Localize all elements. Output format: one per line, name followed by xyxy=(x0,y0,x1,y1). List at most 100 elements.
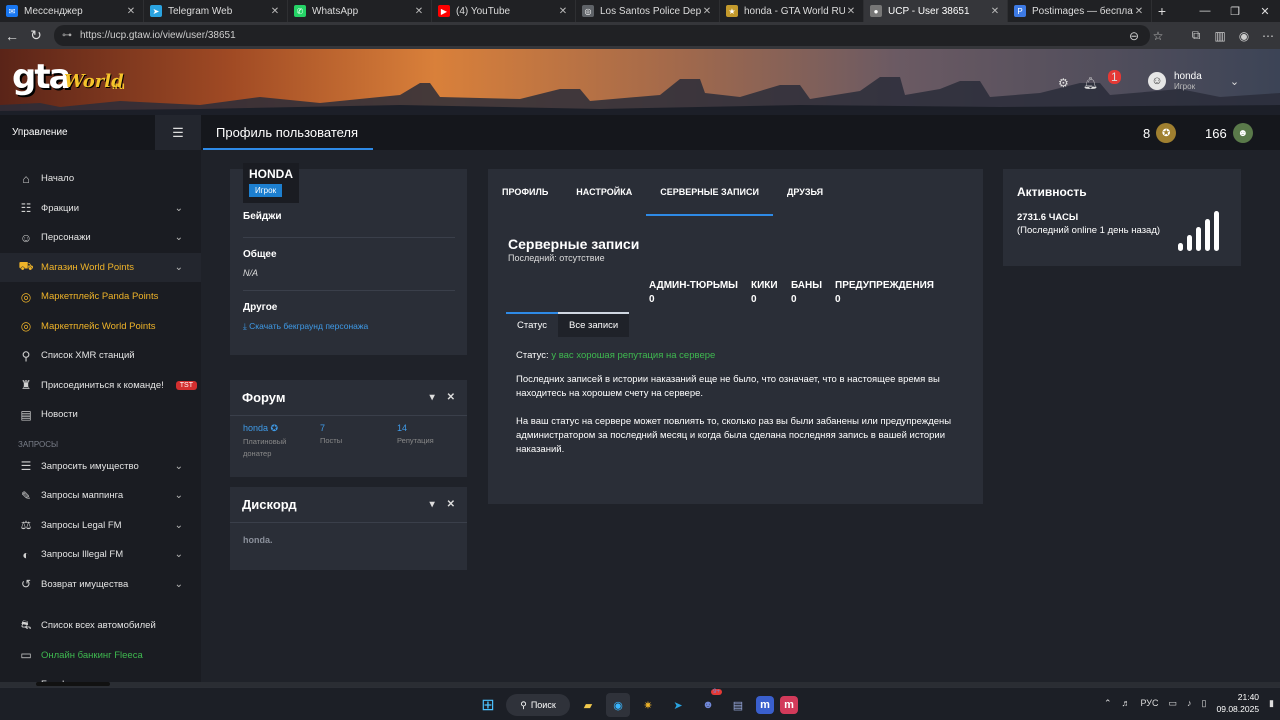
forum-title: Форум xyxy=(242,390,286,405)
browser-tab[interactable]: ◎ Los Santos Police Departme✕ xyxy=(576,0,720,22)
menu-icon[interactable]: ⋯ xyxy=(1256,29,1280,43)
taskbar-search[interactable]: ⚲ Поиск xyxy=(506,694,570,716)
tab-close-icon[interactable]: ✕ xyxy=(845,6,857,17)
profile-tab[interactable]: СЕРВЕРНЫЕ ЗАПИСИ xyxy=(646,169,773,216)
caret-down-icon[interactable]: ▾ xyxy=(430,499,435,510)
notepad-icon[interactable]: ▤ xyxy=(726,693,750,717)
records-last: Последний: отсутствие xyxy=(508,253,605,263)
tracking-icon[interactable]: ⊖ xyxy=(1122,29,1146,43)
back-icon[interactable]: ← xyxy=(0,24,24,48)
sidebar-item[interactable]: ⛟ Магазин World Points ⌄ xyxy=(0,252,201,282)
tab-close-icon[interactable]: ✕ xyxy=(269,6,281,17)
sidebar-item[interactable]: ◐ Запросы Illegal FM ⌄ xyxy=(0,540,201,570)
extensions-icon[interactable]: ⧉ xyxy=(1184,28,1208,43)
new-tab-button[interactable]: + xyxy=(1152,0,1172,22)
sidebar-item-label: Новости xyxy=(41,409,78,421)
windows-taskbar: ⊞ ⚲ Поиск ▰ ◉ ✷ ➤ ☻ 9+ ▤ m m ⌃ ♬ РУС ▭ ♪ ▯… xyxy=(0,687,1280,720)
telegram-icon[interactable]: ➤ xyxy=(666,693,690,717)
tab-close-icon[interactable]: ✕ xyxy=(701,6,713,17)
profile-avatar-icon[interactable]: ◉ xyxy=(1232,29,1256,43)
forum-rep: 14 Репутация xyxy=(397,423,434,447)
app-m2-icon[interactable]: m xyxy=(780,696,798,714)
records-subtab[interactable]: Все записи xyxy=(558,312,630,337)
browser-tab[interactable]: ▶ (4) YouTube ✕ xyxy=(432,0,576,22)
sidebar-item[interactable]: ▤ Новости xyxy=(0,400,201,430)
sidebar-item[interactable]: ⚲ Список XMR станций xyxy=(0,341,201,371)
notifications-icon[interactable]: ▮ xyxy=(1269,698,1274,709)
browser-tab[interactable]: ➤ Telegram Web ✕ xyxy=(144,0,288,22)
records-subtab[interactable]: Статус xyxy=(506,312,559,337)
profile-tab[interactable]: ДРУЗЬЯ xyxy=(773,169,837,215)
chevron-down-icon: ⌄ xyxy=(174,460,183,472)
browser-tab[interactable]: ✉ Мессенджер ✕ xyxy=(0,0,144,22)
tray-expand-icon[interactable]: ⌃ xyxy=(1104,698,1112,709)
microphone-icon[interactable]: ♬ xyxy=(1122,698,1131,708)
browser-tab[interactable]: P Postimages — бесплатный✕ xyxy=(1008,0,1152,22)
sidebar-item[interactable]: ↺ Возврат имущества ⌄ xyxy=(0,570,201,600)
sidebar-item[interactable]: ⚖ Запросы Legal FM ⌄ xyxy=(0,511,201,541)
edge-browser-icon[interactable]: ◉ xyxy=(606,693,630,717)
scrollbar-thumb[interactable] xyxy=(36,682,110,686)
sidebar-item-label: Онлайн банкинг Fleeca xyxy=(41,649,143,661)
hamburger-menu-icon[interactable]: ☰ xyxy=(155,115,201,150)
gta-world-logo[interactable]: gta World .ru xyxy=(12,57,130,105)
record-counter-value: 0 xyxy=(835,294,841,305)
sidebar-item[interactable]: ◎ Маркетплейс World Points xyxy=(0,312,201,342)
sidebar-item-label: Возврат имущества xyxy=(41,578,129,590)
sidebar-item[interactable]: ▭ Онлайн банкинг Fleeca xyxy=(0,641,201,671)
sidebar-item[interactable]: ⛐ Список всех автомобилей xyxy=(0,611,201,641)
app-m-icon[interactable]: m xyxy=(756,696,774,714)
sidebar-item[interactable]: ◎ Маркетплейс Panda Points xyxy=(0,282,201,312)
stat-points[interactable]: 166 ☻ xyxy=(1205,123,1253,143)
settings-gear-icon[interactable]: ⚙ xyxy=(1058,76,1069,90)
language-indicator[interactable]: РУС xyxy=(1141,698,1159,708)
maximize-button[interactable]: ❐ xyxy=(1220,0,1250,22)
user-menu[interactable]: ☺ honda Игрок ⌄ xyxy=(1148,71,1239,91)
sidebar-item[interactable]: ☺ Персонажи ⌄ xyxy=(0,223,201,253)
sidebar-item[interactable]: ♜ Присоединиться к команде! TST xyxy=(0,371,201,401)
sidebar-item[interactable]: ⌂ Начало xyxy=(0,164,201,194)
browser-tab[interactable]: ✆ WhatsApp ✕ xyxy=(288,0,432,22)
bookmark-star-icon[interactable]: ☆ xyxy=(1146,29,1170,43)
tab-title: Мессенджер xyxy=(24,5,83,17)
server-records-card: ПРОФИЛЬ НАСТРОЙКА СЕРВЕРНЫЕ ЗАПИСИ ДРУЗЬЯ С… xyxy=(488,169,983,504)
browser-tab[interactable]: ● UCP - User 38651 ✕ xyxy=(864,0,1008,22)
sidebar-item[interactable]: ☰ Запросить имущество ⌄ xyxy=(0,452,201,482)
tab-close-icon[interactable]: ✕ xyxy=(125,6,137,17)
tab-close-icon[interactable]: ✕ xyxy=(1133,6,1145,17)
site-info-icon[interactable]: ⊶ xyxy=(62,30,72,41)
url-field[interactable]: ⊶ https://ucp.gtaw.io/view/user/38651 xyxy=(54,25,1150,46)
windows-start-icon[interactable]: ⊞ xyxy=(476,693,500,717)
tab-close-icon[interactable]: ✕ xyxy=(557,6,569,17)
battery-icon[interactable]: ▯ xyxy=(1202,698,1207,709)
close-icon[interactable]: ✕ xyxy=(447,392,455,403)
volume-icon[interactable]: ♪ xyxy=(1187,698,1192,708)
reload-icon[interactable]: ↻ xyxy=(24,24,48,48)
network-icon[interactable]: ▭ xyxy=(1169,698,1178,709)
gta-app-icon[interactable]: ✷ xyxy=(636,693,660,717)
file-explorer-icon[interactable]: ▰ xyxy=(576,693,600,717)
tab-close-icon[interactable]: ✕ xyxy=(989,6,1001,17)
record-counter-label: КИКИ xyxy=(751,280,778,291)
profile-tab[interactable]: ПРОФИЛЬ xyxy=(488,169,562,215)
sidebar-item[interactable]: ✎ Запросы маппинга ⌄ xyxy=(0,481,201,511)
sidebar-item-label: Персонажи xyxy=(41,232,91,244)
browser-tab[interactable]: ★ honda - GTA World RU ✕ xyxy=(720,0,864,22)
split-icon[interactable]: ▥ xyxy=(1208,29,1232,43)
caret-down-icon[interactable]: ▾ xyxy=(430,392,435,403)
download-background-link[interactable]: ⤓ Скачать бекграунд персонажа xyxy=(243,321,368,332)
profile-tab[interactable]: НАСТРОЙКА xyxy=(562,169,646,215)
tab-close-icon[interactable]: ✕ xyxy=(413,6,425,17)
tab-title: (4) YouTube xyxy=(456,5,511,17)
forum-username-link[interactable]: honda ✪ xyxy=(243,423,303,434)
notification-bell-icon[interactable]: 🔔︎ 1 xyxy=(1083,70,1121,90)
system-tray: ⌃ ♬ РУС ▭ ♪ ▯ 21:40 09.08.2025 ▮ xyxy=(1104,691,1274,715)
minimize-button[interactable]: — xyxy=(1190,0,1220,22)
sidebar-item[interactable]: ☷ Фракции ⌄ xyxy=(0,194,201,224)
discord-icon[interactable]: ☻ 9+ xyxy=(696,689,722,717)
close-icon[interactable]: ✕ xyxy=(447,499,455,510)
stat-medals[interactable]: 8 ✪ xyxy=(1143,123,1177,143)
chevron-down-icon: ⌄ xyxy=(174,549,183,561)
clock[interactable]: 21:40 09.08.2025 xyxy=(1217,691,1260,715)
close-window-button[interactable]: ✕ xyxy=(1250,0,1280,22)
